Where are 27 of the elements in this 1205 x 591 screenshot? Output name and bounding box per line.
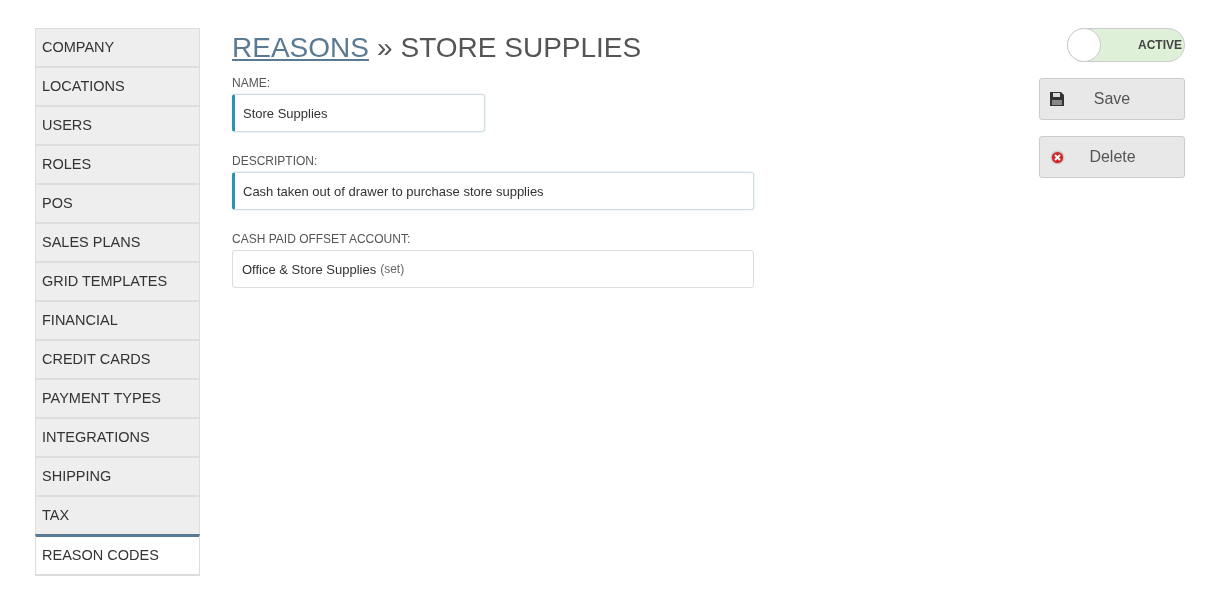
sidebar-item[interactable]: SALES PLANS <box>35 224 200 263</box>
field-label: NAME: <box>232 76 270 90</box>
sidebar-item[interactable]: PAYMENT TYPES <box>35 380 200 419</box>
delete-button[interactable]: Delete <box>1039 136 1185 178</box>
sidebar-item[interactable]: COMPANY <box>35 28 200 68</box>
sidebar-item[interactable]: REASON CODES <box>35 534 200 576</box>
field-label: DESCRIPTION: <box>232 154 318 168</box>
sidebar-item[interactable]: FINANCIAL <box>35 302 200 341</box>
sidebar-item[interactable]: LOCATIONS <box>35 68 200 107</box>
active-toggle[interactable]: ACTIVE <box>1067 28 1185 62</box>
field-label: CASH PAID OFFSET ACCOUNT: <box>232 232 411 246</box>
sidebar-item[interactable]: GRID TEMPLATES <box>35 263 200 302</box>
breadcrumb-link[interactable]: REASONS <box>232 32 369 64</box>
sidebar-item[interactable]: USERS <box>35 107 200 146</box>
save-button[interactable]: Save <box>1039 78 1185 120</box>
delete-icon <box>1050 149 1065 165</box>
input-field[interactable]: Office & Store Supplies (set) <box>232 250 754 288</box>
sidebar-item[interactable]: INTEGRATIONS <box>35 419 200 458</box>
breadcrumb-separator: » <box>376 32 393 64</box>
sidebar-item[interactable]: ROLES <box>35 146 200 185</box>
input-field[interactable]: Cash taken out of drawer to purchase store supplies <box>232 172 754 210</box>
sidebar-item[interactable]: TAX <box>35 497 200 536</box>
page-title: STORE SUPPLIES <box>400 32 642 64</box>
sidebar-item[interactable]: CREDIT CARDS <box>35 341 200 380</box>
sidebar-item[interactable]: POS <box>35 185 200 224</box>
sidebar-item[interactable]: SHIPPING <box>35 458 200 497</box>
input-field[interactable]: Store Supplies <box>232 94 485 132</box>
